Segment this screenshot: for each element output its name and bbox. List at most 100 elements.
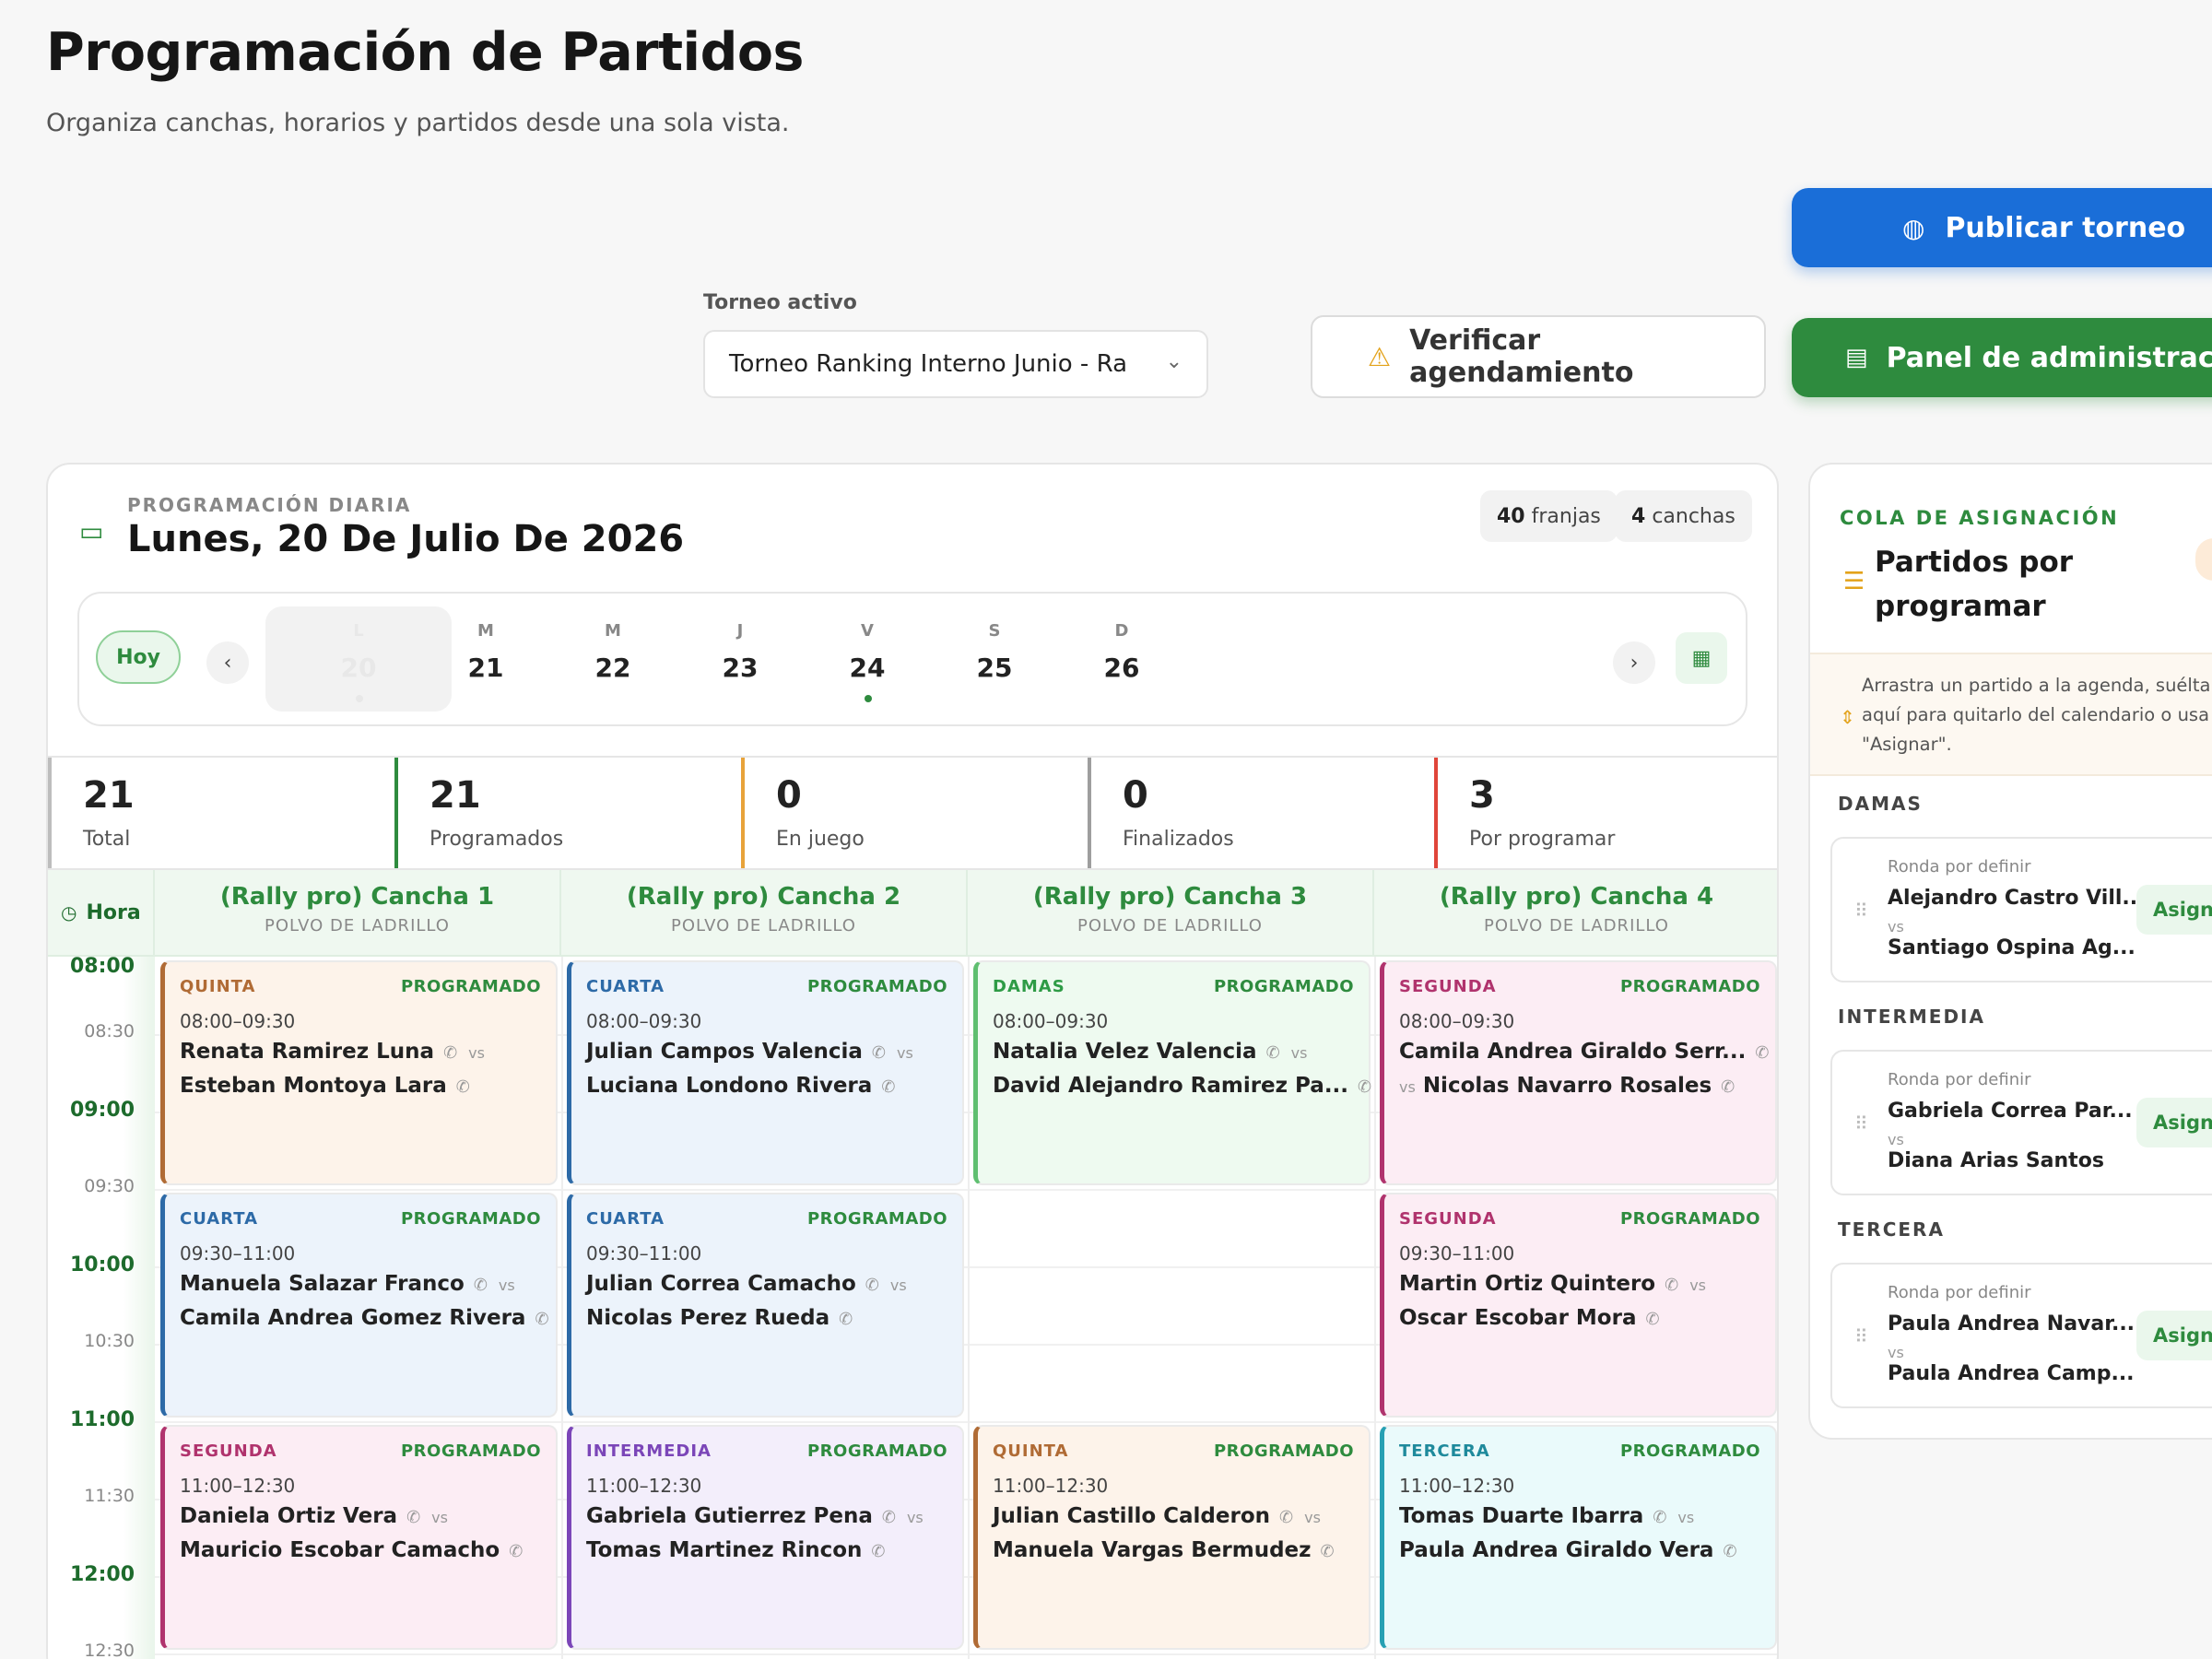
- drag-handle-icon[interactable]: ⠿: [1854, 1112, 1868, 1135]
- player-two: Nicolas Perez Rueda ✆: [586, 1306, 853, 1330]
- stat-en-juego: 0 En juego: [741, 758, 1088, 868]
- player-two: Mauricio Escobar Camacho ✆: [180, 1538, 523, 1562]
- time-column-header: ◷ Hora: [48, 870, 155, 955]
- queue-count-badge: [2195, 538, 2212, 581]
- match-card[interactable]: SEGUNDA PROGRAMADO 09:30–11:00 Martin Ortiz…: [1380, 1193, 1777, 1418]
- phone-icon: ✆: [1358, 1077, 1372, 1097]
- player-one-name: Alejandro Castro Vill...: [1888, 887, 2146, 910]
- drag-handle-icon[interactable]: ⠿: [1854, 900, 1868, 922]
- assign-button[interactable]: Asignar: [2136, 1098, 2212, 1147]
- schedule-grid: QUINTA PROGRAMADO 08:00–09:30 Renata Ramire…: [155, 957, 1777, 1659]
- prev-week-button[interactable]: ‹: [206, 641, 249, 684]
- queue-match-card[interactable]: ⠿ Ronda por definir Alejandro Castro Vill.…: [1830, 837, 2212, 982]
- verify-schedule-button[interactable]: ⚠ Verificar agendamiento: [1311, 315, 1766, 398]
- queue-match-card[interactable]: ⠿ Ronda por definir Gabriela Correa Par...…: [1830, 1050, 2212, 1195]
- match-card[interactable]: CUARTA PROGRAMADO 09:30–11:00 Julian Correa…: [567, 1193, 964, 1418]
- court-header-1: (Rally pro) Cancha 1 POLVO DE LADRILLO: [155, 870, 561, 955]
- match-category: SEGUNDA: [1399, 1209, 1497, 1229]
- match-card[interactable]: SEGUNDA PROGRAMADO 11:00–12:30 Daniela Orti…: [160, 1425, 558, 1650]
- stat-value: 3: [1469, 774, 1495, 817]
- player-two: David Alejandro Ramirez Pa... ✆: [993, 1074, 1371, 1098]
- vs-label: vs: [468, 1044, 485, 1062]
- time-label: 11:00: [69, 1408, 135, 1431]
- calendar-icon: ▭: [79, 516, 104, 547]
- player-one-name: Julian Castillo Calderon: [993, 1504, 1271, 1528]
- open-calendar-button[interactable]: ▦: [1676, 632, 1727, 684]
- grid-column-line: [561, 957, 563, 1659]
- player-two-name: Santiago Ospina Ag...: [1888, 936, 2136, 959]
- time-label: 11:30: [84, 1486, 135, 1506]
- player-one-name: Martin Ortiz Quintero: [1399, 1272, 1656, 1296]
- player-two: vs Nicolas Navarro Rosales ✆: [1399, 1074, 1735, 1098]
- admin-panel-button[interactable]: ▤ Panel de administración: [1792, 318, 2212, 397]
- match-status: PROGRAMADO: [1213, 977, 1354, 996]
- match-card[interactable]: QUINTA PROGRAMADO 08:00–09:30 Renata Ramire…: [160, 960, 558, 1185]
- match-time: 08:00–09:30: [180, 1010, 296, 1032]
- queue-hint: ⇕ Arrastra un partido a la agenda, suélt…: [1810, 653, 2212, 776]
- match-time: 11:00–12:30: [180, 1475, 296, 1497]
- player-two-name: Nicolas Perez Rueda: [586, 1306, 830, 1330]
- phone-icon: ✆: [455, 1077, 470, 1097]
- today-button[interactable]: Hoy: [96, 630, 181, 684]
- verify-schedule-label: Verificar agendamiento: [1409, 324, 1634, 389]
- queue-hint-text: Arrastra un partido a la agenda, suélta …: [1862, 675, 2211, 755]
- match-time: 09:30–11:00: [180, 1242, 296, 1265]
- active-tournament-value: Torneo Ranking Interno Junio - Ra: [729, 350, 1127, 378]
- match-status: PROGRAMADO: [806, 1209, 947, 1229]
- match-status: PROGRAMADO: [400, 977, 541, 996]
- active-tournament-select[interactable]: Torneo Ranking Interno Junio - Ra ⌄: [703, 330, 1208, 398]
- phone-icon: ✆: [881, 1508, 896, 1527]
- phone-icon: ✆: [406, 1508, 421, 1527]
- match-category: DAMAS: [993, 977, 1065, 996]
- match-card[interactable]: INTERMEDIA PROGRAMADO 11:00–12:30 Gabriela …: [567, 1425, 964, 1650]
- match-time: 08:00–09:30: [1399, 1010, 1515, 1032]
- player-two: Camila Andrea Gomez Rivera ✆: [180, 1306, 549, 1330]
- match-card[interactable]: QUINTA PROGRAMADO 11:00–12:30 Julian Castil…: [973, 1425, 1371, 1650]
- clipboard-icon: ▤: [1845, 344, 1868, 371]
- queue-match-card[interactable]: ⠿ Ronda por definir Paula Andrea Navar... v…: [1830, 1263, 2212, 1408]
- player-one: Martin Ortiz Quintero ✆ vs: [1399, 1272, 1706, 1296]
- phone-icon: ✆: [1320, 1542, 1335, 1561]
- time-label: 10:30: [84, 1331, 135, 1351]
- match-card[interactable]: SEGUNDA PROGRAMADO 08:00–09:30 Camila Andre…: [1380, 960, 1777, 1185]
- player-one-name: Natalia Velez Valencia: [993, 1040, 1257, 1064]
- match-card[interactable]: TERCERA PROGRAMADO 11:00–12:30 Tomas Duarte…: [1380, 1425, 1777, 1650]
- match-card[interactable]: CUARTA PROGRAMADO 09:30–11:00 Manuela Salaz…: [160, 1193, 558, 1418]
- publish-tournament-button[interactable]: ◍ Publicar torneo: [1792, 188, 2212, 267]
- player-two-name: Camila Andrea Gomez Rivera: [180, 1306, 526, 1330]
- slots-count: 40: [1497, 504, 1525, 528]
- stat-total: 21 Total: [48, 758, 394, 868]
- player-one-name: Paula Andrea Navar...: [1888, 1312, 2136, 1335]
- stat-label: Total: [83, 828, 131, 851]
- assign-button[interactable]: Asignar: [2136, 1311, 2212, 1360]
- time-label: 09:30: [84, 1176, 135, 1196]
- match-status: PROGRAMADO: [400, 1441, 541, 1461]
- day-26[interactable]: D 26: [1029, 606, 1215, 712]
- grid-row-line: [155, 1189, 1777, 1191]
- chevron-down-icon: ⌄: [1165, 350, 1182, 373]
- match-card[interactable]: CUARTA PROGRAMADO 08:00–09:30 Julian Campos…: [567, 960, 964, 1185]
- player-two: Tomas Martinez Rincon ✆: [586, 1538, 886, 1562]
- courts-header: ◷ Hora (Rally pro) Cancha 1 POLVO DE LADR…: [48, 870, 1777, 957]
- assign-button[interactable]: Asignar: [2136, 885, 2212, 935]
- stat-label: En juego: [776, 828, 865, 851]
- phone-icon: ✆: [443, 1043, 458, 1063]
- next-week-button[interactable]: ›: [1613, 641, 1655, 684]
- phone-icon: ✆: [1653, 1508, 1667, 1527]
- player-one-name: Gabriela Gutierrez Pena: [586, 1504, 873, 1528]
- slots-count-badge: 40 franjas: [1480, 490, 1618, 542]
- phone-icon: ✆: [509, 1542, 524, 1561]
- drag-handle-icon[interactable]: ⠿: [1854, 1325, 1868, 1347]
- match-card[interactable]: DAMAS PROGRAMADO 08:00–09:30 Natalia Velez …: [973, 960, 1371, 1185]
- match-status: PROGRAMADO: [1619, 977, 1760, 996]
- player-two-name: David Alejandro Ramirez Pa...: [993, 1074, 1349, 1098]
- calendar-icon: ▦: [1691, 646, 1712, 670]
- player-one-name: Camila Andrea Giraldo Serr...: [1399, 1040, 1747, 1064]
- courts-count-badge: 4 canchas: [1615, 490, 1752, 542]
- player-two: Manuela Vargas Bermudez ✆: [993, 1538, 1335, 1562]
- phone-icon: ✆: [1645, 1310, 1660, 1329]
- player-one: Renata Ramirez Luna ✆ vs: [180, 1040, 485, 1064]
- player-two-name: Tomas Martinez Rincon: [586, 1538, 863, 1562]
- stat-value: 0: [776, 774, 802, 817]
- phone-icon: ✆: [1721, 1077, 1735, 1097]
